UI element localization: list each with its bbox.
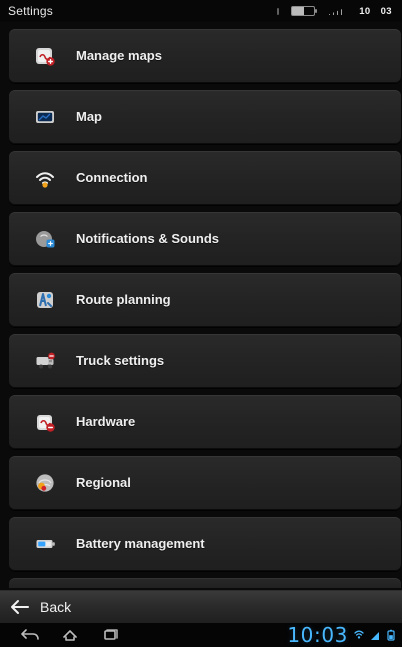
nav-recent-apps-button[interactable] — [96, 627, 124, 643]
settings-item-manage-maps[interactable]: Manage maps — [9, 29, 401, 83]
signal-icon — [327, 7, 347, 15]
settings-item-notifications-sounds[interactable]: Notifications & Sounds — [9, 212, 401, 266]
settings-item-hardware[interactable]: Hardware — [9, 395, 401, 449]
settings-item-label: Truck settings — [76, 353, 165, 368]
nav-back-button[interactable] — [16, 627, 44, 643]
settings-item-truck-settings[interactable]: Truck settings — [9, 334, 401, 388]
battery-management-icon — [36, 540, 55, 548]
regional-icon — [36, 474, 54, 492]
page-title: Settings — [8, 4, 53, 18]
settings-list[interactable]: Manage maps Map Connection Notifications… — [9, 29, 401, 588]
settings-item-label: Regional — [76, 475, 131, 490]
settings-item-regional[interactable]: Regional — [9, 456, 401, 510]
connection-wifi-icon — [36, 172, 54, 188]
route-planning-icon — [37, 292, 53, 308]
status-dot-icon — [277, 7, 280, 15]
nav-home-icon — [63, 630, 77, 641]
settings-item-label: Connection — [76, 170, 148, 185]
nav-home-button[interactable] — [56, 627, 84, 643]
settings-screen: Settings 10 03 Manage maps Map Connectio… — [0, 0, 402, 647]
settings-item-label: Notifications & Sounds — [76, 231, 219, 246]
status-indicators: 10 03 — [277, 2, 392, 20]
notifications-sounds-icon — [36, 231, 55, 248]
hardware-icon — [37, 415, 55, 432]
system-status: 10:03 — [287, 623, 396, 647]
cellular-icon — [371, 632, 379, 640]
truck-settings-icon — [36, 352, 55, 369]
settings-item-label: Hardware — [76, 414, 136, 429]
map-screen-icon — [36, 111, 54, 123]
back-arrow-icon — [11, 600, 29, 614]
settings-item-battery-management[interactable]: Battery management — [9, 517, 401, 571]
settings-item-route-planning[interactable]: Route planning — [9, 273, 401, 327]
wifi-icon — [354, 630, 364, 639]
status-time-hours: 10 — [359, 5, 371, 17]
settings-item-map[interactable]: Map — [9, 90, 401, 144]
settings-item-next-peek[interactable] — [9, 578, 401, 588]
battery-status-icon — [387, 629, 395, 641]
settings-item-label: Route planning — [76, 292, 171, 307]
settings-item-label: Battery management — [76, 536, 205, 551]
back-bar: Back — [0, 590, 402, 624]
settings-item-label: Map — [76, 109, 102, 124]
nav-back-icon — [21, 629, 39, 640]
settings-item-connection[interactable]: Connection — [9, 151, 401, 205]
status-time: 10 03 — [359, 6, 392, 17]
top-status-bar: Settings 10 03 — [0, 0, 402, 22]
settings-item-label: Manage maps — [76, 48, 162, 63]
battery-icon — [291, 6, 318, 16]
back-button-label: Back — [40, 599, 72, 615]
system-clock: 10:03 — [287, 623, 348, 647]
nav-recent-apps-icon — [104, 629, 118, 640]
status-time-minutes: 03 — [380, 5, 392, 17]
back-button[interactable]: Back — [10, 599, 71, 615]
manage-maps-icon — [36, 48, 55, 66]
android-navigation-bar: 10:03 — [0, 623, 402, 647]
